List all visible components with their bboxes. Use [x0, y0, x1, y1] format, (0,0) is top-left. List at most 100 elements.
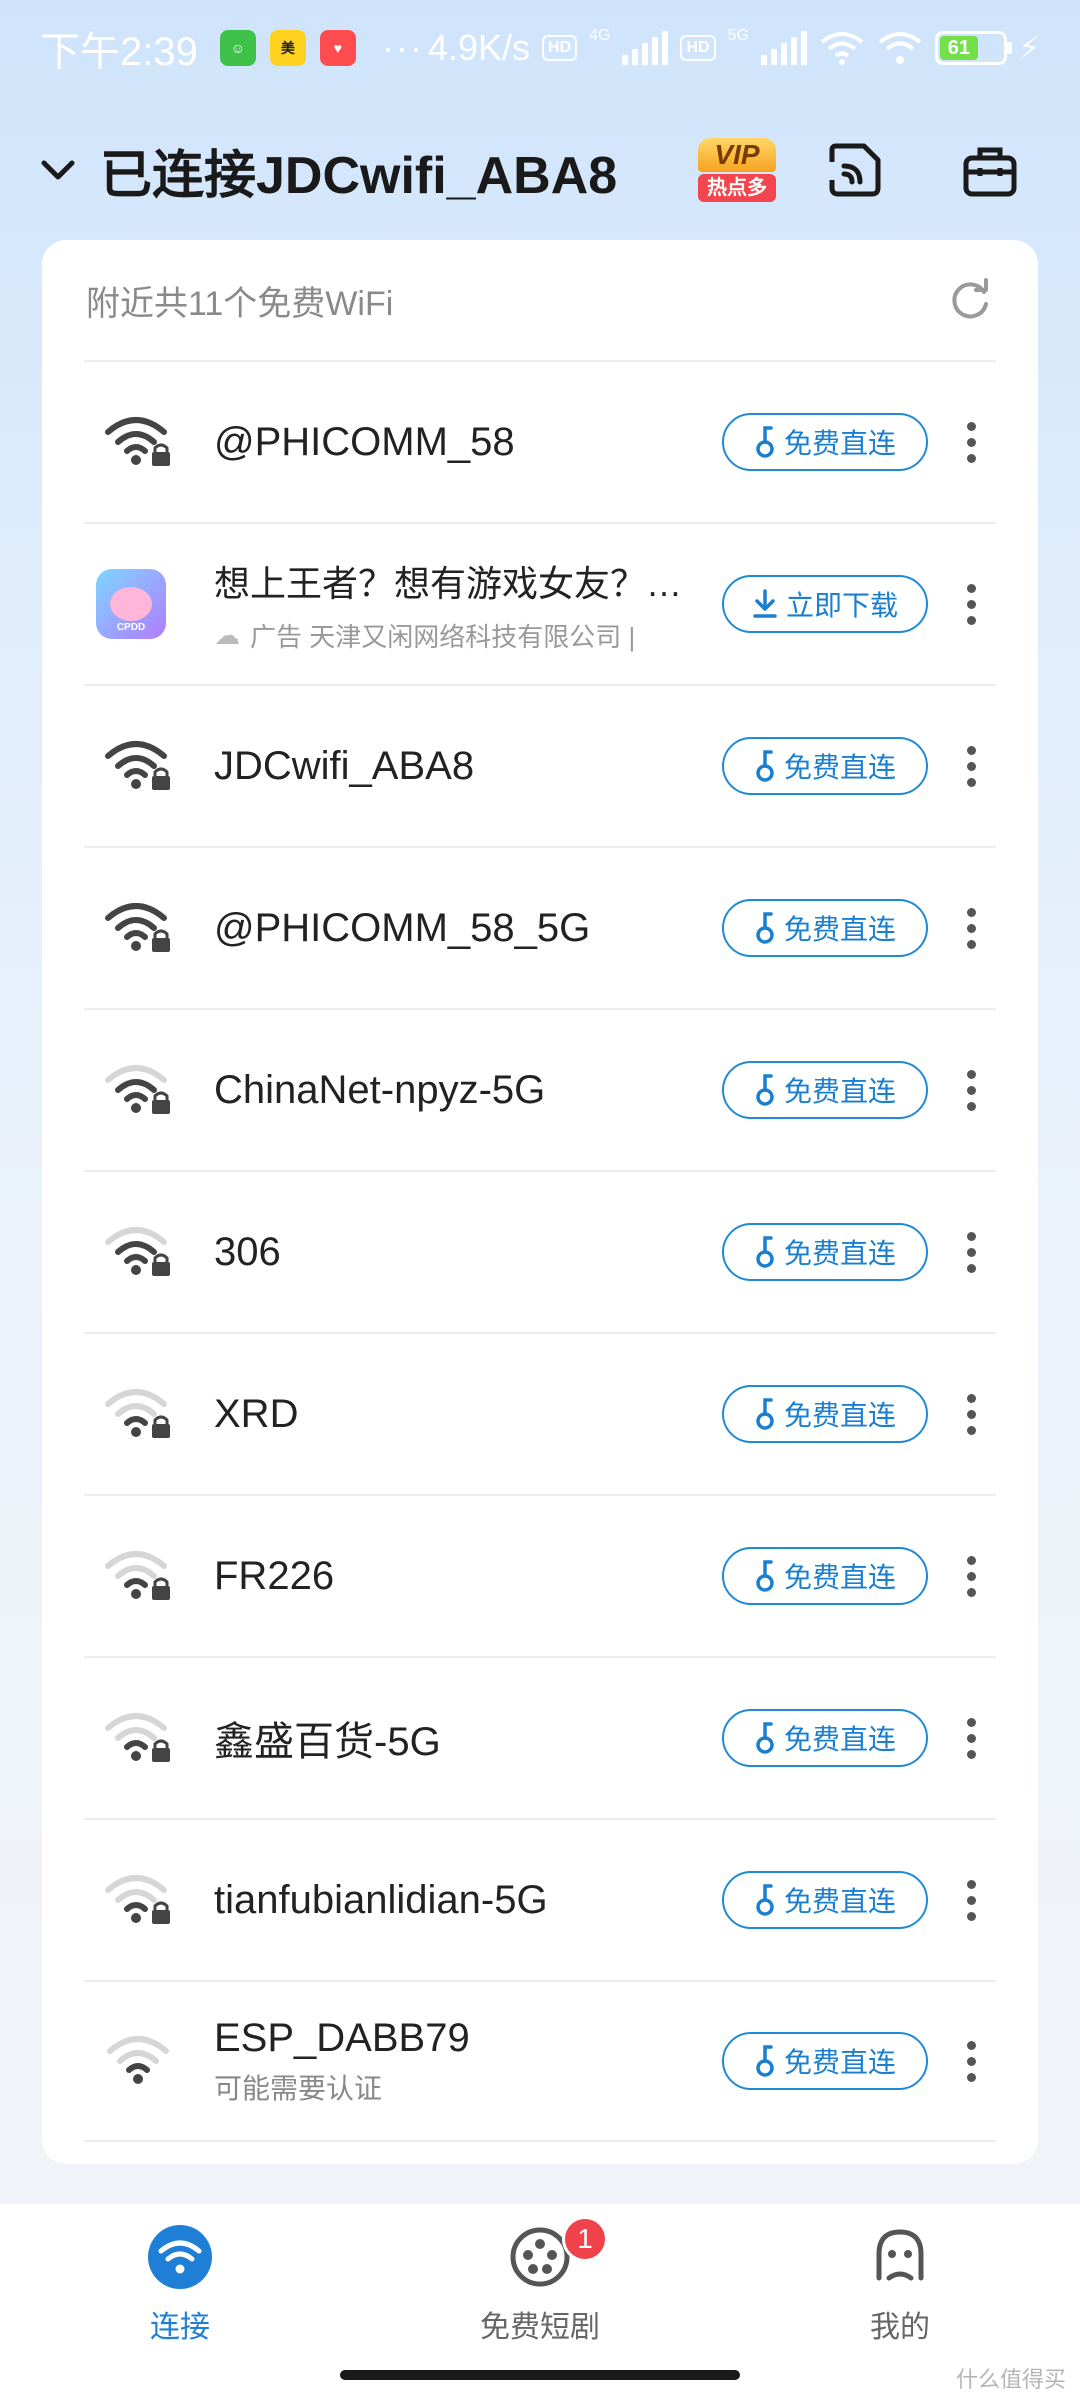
more-options-icon[interactable]: [956, 898, 986, 958]
key-icon: [756, 426, 774, 458]
wifi-ssid: XRD: [214, 1391, 299, 1436]
wifi-ssid: 306: [214, 1229, 281, 1274]
profile-icon: [867, 2224, 933, 2290]
speedtest-button[interactable]: [818, 134, 890, 206]
refresh-icon[interactable]: [946, 276, 994, 324]
game-app-icon: [96, 569, 166, 639]
chevron-down-icon[interactable]: [36, 148, 80, 192]
key-icon: [756, 2045, 774, 2077]
free-connect-label: 免费直连: [783, 1238, 896, 1269]
home-indicator[interactable]: [340, 2370, 740, 2380]
more-options-icon[interactable]: [956, 1546, 986, 1606]
key-icon: [756, 1884, 774, 1916]
more-options-icon[interactable]: [956, 1060, 986, 1120]
connected-network-title[interactable]: 已连接JDCwifi_ABA8: [100, 133, 640, 208]
key-icon: [756, 750, 774, 782]
nav-label-connect: 连接: [150, 2311, 210, 2344]
free-connect-button[interactable]: 免费直连: [722, 899, 928, 957]
wifi-row[interactable]: @PHICOMM_58 免费直连: [84, 360, 996, 522]
more-notifications-indicator: ···: [381, 27, 424, 68]
wifi-icon: [147, 2224, 213, 2290]
free-connect-button[interactable]: 免费直连: [722, 1061, 928, 1119]
more-options-icon[interactable]: [956, 1384, 986, 1444]
ad-row[interactable]: 想上王者？想有游戏女友？一键下载 ☁ 广告 天津又闲网络科技有限公司 | 立即下载: [84, 522, 996, 684]
free-connect-label: 免费直连: [783, 1076, 896, 1107]
app-notification-icon: ♥: [319, 30, 356, 66]
meituan-notification-icon: 美: [269, 30, 306, 66]
wifi-locked-icon: [84, 1548, 214, 1604]
hotspot-status-icon: [878, 32, 922, 64]
hd-indicator-2: HD: [680, 35, 716, 61]
nav-tab-connect[interactable]: 连接: [0, 2204, 360, 2400]
wifi-row[interactable]: XRD 免费直连: [84, 1332, 996, 1494]
key-icon: [756, 1398, 774, 1430]
wifi-locked-icon: [84, 1386, 214, 1442]
key-icon: [756, 1722, 774, 1754]
more-options-icon[interactable]: [956, 412, 986, 472]
wifi-ssid: @PHICOMM_58_5G: [214, 905, 591, 950]
wifi-row[interactable]: FR226 免费直连: [84, 1494, 996, 1656]
wechat-notification-icon: ☺: [219, 30, 256, 66]
network-4g-label: 4G: [589, 27, 611, 44]
wifi-ssid: tianfubianlidian-5G: [214, 1877, 548, 1922]
free-connect-button[interactable]: 免费直连: [722, 1871, 928, 1929]
wifi-row[interactable]: ESP_DABB79 可能需要认证 免费直连: [84, 1980, 996, 2142]
free-connect-button[interactable]: 免费直连: [722, 1709, 928, 1767]
wifi-row[interactable]: 306 免费直连: [84, 1170, 996, 1332]
free-connect-button[interactable]: 免费直连: [722, 2032, 928, 2090]
more-options-icon[interactable]: [956, 574, 986, 634]
wifi-row[interactable]: @PHICOMM_58_5G 免费直连: [84, 846, 996, 1008]
nav-label-mine: 我的: [870, 2311, 930, 2344]
watermark-text: 什么值得买: [955, 2367, 1066, 2392]
free-connect-label: 免费直连: [783, 752, 896, 783]
battery-level: 61: [939, 36, 978, 60]
wifi-row[interactable]: tianfubianlidian-5G 免费直连: [84, 1818, 996, 1980]
notification-badge: 1: [562, 2216, 608, 2262]
free-connect-label: 免费直连: [783, 428, 896, 459]
wifi-status-icon: [820, 32, 864, 65]
nav-label-short-drama: 免费短剧: [480, 2311, 600, 2344]
toolbox-button[interactable]: [954, 134, 1026, 206]
wifi-locked-icon: [84, 1062, 214, 1118]
ad-title: 想上王者？想有游戏女友？一键下载: [214, 562, 702, 604]
hd-indicator: HD: [542, 35, 578, 61]
more-options-icon[interactable]: [956, 1222, 986, 1282]
key-icon: [756, 912, 774, 944]
free-connect-button[interactable]: 免费直连: [722, 413, 928, 471]
more-options-icon[interactable]: [956, 2031, 986, 2091]
key-icon: [756, 1236, 774, 1268]
free-connect-button[interactable]: 免费直连: [722, 1385, 928, 1443]
key-icon: [756, 1074, 774, 1106]
wifi-locked-icon: [84, 738, 214, 794]
toolbox-icon: [963, 147, 1017, 197]
wifi-ssid: ESP_DABB79: [214, 2015, 470, 2060]
free-connect-label: 免费直连: [783, 1562, 896, 1593]
ad-logo-icon: ☁: [214, 619, 240, 650]
status-time: 下午2:39: [40, 30, 198, 74]
wifi-locked-icon: [84, 900, 214, 956]
wifi-ssid: @PHICOMM_58: [214, 419, 515, 464]
wifi-ssid: 鑫盛百货-5G: [214, 1720, 441, 1764]
wifi-locked-icon: [84, 1224, 214, 1280]
nearby-wifi-count: 附近共11个免费WiFi: [86, 284, 394, 323]
free-connect-button[interactable]: 免费直连: [722, 1223, 928, 1281]
free-connect-label: 免费直连: [783, 1724, 896, 1755]
free-connect-label: 免费直连: [783, 914, 896, 945]
key-icon: [756, 1560, 774, 1592]
more-options-icon[interactable]: [956, 1870, 986, 1930]
free-connect-button[interactable]: 免费直连: [722, 1547, 928, 1605]
battery-icon: 61: [934, 31, 1012, 65]
free-connect-label: 免费直连: [783, 1886, 896, 1917]
app-header: 已连接JDCwifi_ABA8 VIP 热点多: [0, 110, 1080, 230]
status-bar: 下午2:39 ☺ 美 ♥ ··· 4.9K/s HD 4G HD 5G 61 ⚡: [0, 0, 1080, 96]
download-now-button[interactable]: 立即下载: [722, 575, 928, 633]
more-options-icon[interactable]: [956, 1708, 986, 1768]
free-connect-button[interactable]: 免费直连: [722, 737, 928, 795]
more-options-icon[interactable]: [956, 736, 986, 796]
wifi-locked-icon: [84, 1872, 214, 1928]
vip-badge[interactable]: VIP 热点多: [698, 138, 776, 204]
free-connect-label: 免费直连: [783, 1400, 896, 1431]
wifi-row[interactable]: ChinaNet-npyz-5G 免费直连: [84, 1008, 996, 1170]
wifi-row[interactable]: JDCwifi_ABA8 免费直连: [84, 684, 996, 846]
wifi-row[interactable]: 鑫盛百货-5G 免费直连: [84, 1656, 996, 1818]
